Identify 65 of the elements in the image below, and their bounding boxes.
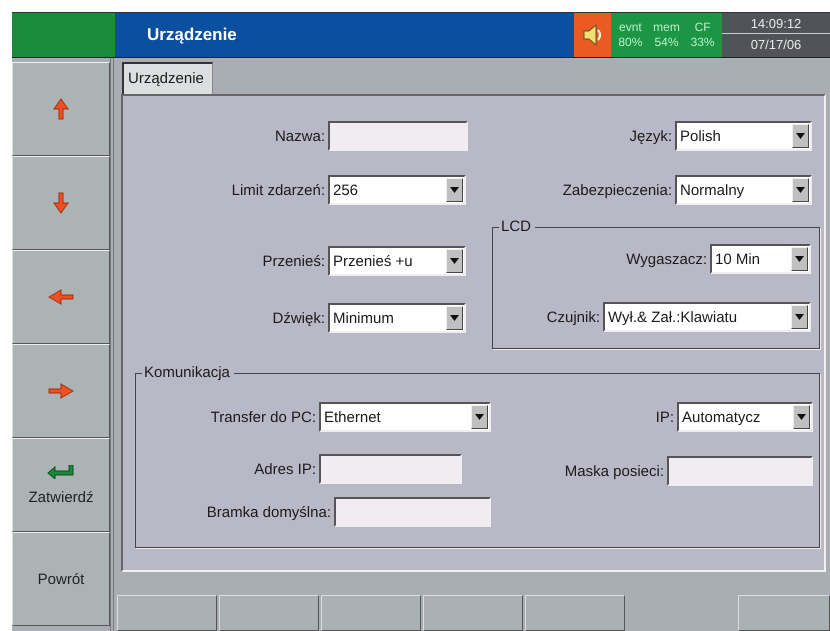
right-arrow-icon [48,383,74,399]
field-label: Czujnik: [546,308,600,326]
dropdown-arrow-icon [795,256,804,262]
enter-arrow-icon [47,464,75,478]
dropdown[interactable]: Minimum [328,303,466,333]
dropdown-arrow-icon [450,315,459,321]
tab[interactable]: Urządzenie [122,62,213,94]
field-label: Zabezpieczenia: [562,182,672,198]
field-label: Maska posieci: [564,462,664,480]
stat-label: CF [694,20,711,35]
nav-button[interactable]: Powrót [12,532,110,626]
dropdown[interactable]: Wył.& Zał.:Klawiatu [603,302,811,332]
field-label: Limit zdarzeń: [232,182,325,198]
stat-label: evnt [619,20,642,35]
time-text: 14:09:12 [722,13,830,34]
window-title: Urządzenie [147,25,237,45]
input-field[interactable] [334,497,491,527]
dropdown-arrow-icon [796,187,805,193]
field-label: Nazwa: [274,128,325,144]
field-label: Transfer do PC: [210,408,316,426]
softkey-button[interactable] [117,595,217,631]
dropdown[interactable]: Automatycz [677,402,813,432]
stat-value: 33% [690,35,715,50]
enter-button[interactable]: Zatwierdź [12,438,110,532]
input-field[interactable] [319,454,462,484]
dropdown-arrow-icon [795,314,804,320]
dropdown[interactable]: 256 [328,175,466,205]
field-label: Język: [629,128,672,144]
dropdown-arrow-icon [796,133,805,139]
dropdown-arrow-icon [450,258,459,264]
field-label: Przenieś: [262,252,325,270]
down-button[interactable] [12,156,110,250]
softkey-button[interactable] [525,595,625,631]
dropdown[interactable]: Ethernet [319,402,491,432]
left-button[interactable] [12,250,110,344]
field-label: IP: [656,408,674,426]
alarm-indicator[interactable] [574,13,611,57]
input-field[interactable] [328,121,468,151]
stat-value: 54% [654,35,678,50]
input-field[interactable] [667,456,813,486]
up-button[interactable] [12,62,110,156]
dropdown[interactable]: 10 Min [710,244,811,274]
field-label: Dźwięk: [272,310,325,326]
dropdown-arrow-icon [475,414,484,420]
speaker-icon [582,22,604,48]
dropdown-arrow-icon [450,187,459,193]
dropdown[interactable]: Normalny [675,175,812,205]
stat-label: mem [653,20,680,35]
stat-value: 80% [618,35,642,50]
down-arrow-icon [52,192,70,214]
field-label: Bramka domyślna: [206,504,331,520]
field-label: Adres IP: [254,460,316,478]
field-label: Wygaszacz: [626,250,707,268]
dropdown[interactable]: Przenieś +u [328,246,466,276]
softkey-button[interactable] [423,595,523,631]
softkey-button[interactable] [738,595,830,631]
right-button[interactable] [12,344,110,438]
date-text: 07/17/06 [750,36,802,54]
dropdown[interactable]: Polish [675,121,812,151]
up-arrow-icon [52,98,70,120]
softkey-button[interactable] [321,595,421,631]
left-arrow-icon [48,289,74,305]
group-title: Komunikacja [142,364,234,382]
softkey-button[interactable] [219,595,319,631]
dropdown-arrow-icon [797,414,806,420]
